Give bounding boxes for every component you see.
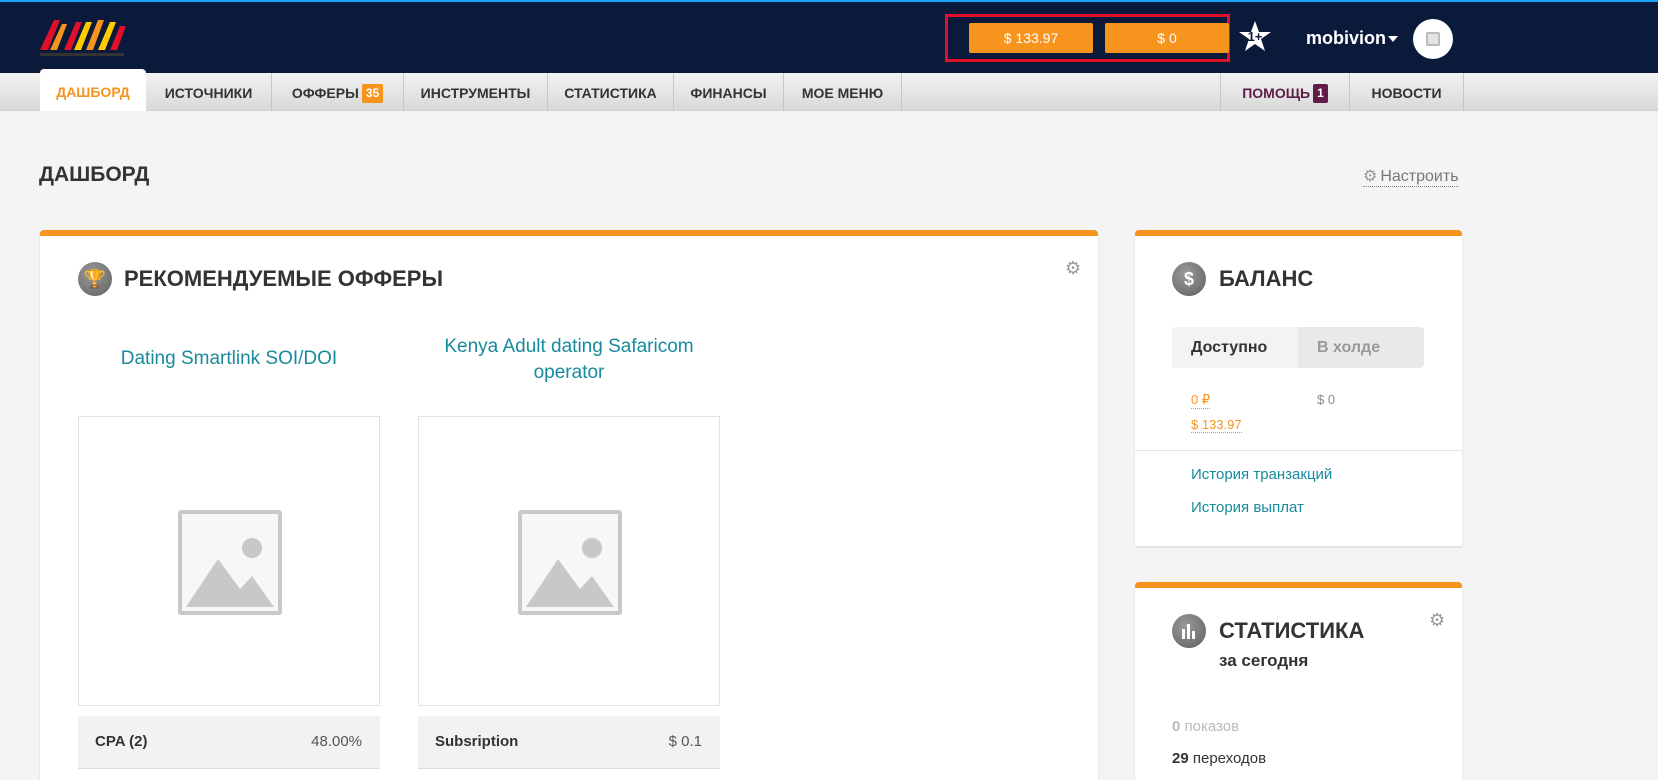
nav-my-menu[interactable]: МОЕ МЕНЮ <box>784 73 902 111</box>
adl-media-logo[interactable] <box>36 16 128 60</box>
recommended-offers-panel: 🏆 РЕКОМЕНДУЕМЫЕ ОФФЕРЫ ⚙ Dating Smartlin… <box>40 230 1098 780</box>
gear-icon: ⚙ <box>1363 168 1378 185</box>
payout-history-link[interactable]: История выплат <box>1191 499 1304 516</box>
offer-type: CPA (2) <box>95 733 148 750</box>
rank-badge-label: 1+ <box>1247 29 1263 44</box>
help-count-badge: 1 <box>1313 84 1328 103</box>
hold-usd: $ 0 <box>1317 392 1336 407</box>
avatar[interactable] <box>1413 19 1453 59</box>
page-title: ДАШБОРД <box>39 163 150 186</box>
gear-icon[interactable]: ⚙ <box>1429 610 1445 631</box>
chevron-down-icon[interactable] <box>1388 36 1398 42</box>
nav-finances[interactable]: ФИНАНСЫ <box>674 73 784 111</box>
stat-label: показов <box>1184 718 1240 735</box>
top-bar: $ 133.97 $ 0 1+ mobivion <box>0 0 1658 73</box>
stat-row: 29 переходов <box>1172 750 1266 767</box>
nav-tools[interactable]: ИНСТРУМЕНТЫ <box>404 73 548 111</box>
panel-title: РЕКОМЕНДУЕМЫЕ ОФФЕРЫ <box>124 266 443 291</box>
offer-meta: Subsription $ 0.1 <box>418 716 720 769</box>
nav-offers[interactable]: ОФФЕРЫ 35 <box>272 73 404 111</box>
main-nav: ДАШБОРД ИСТОЧНИКИ ОФФЕРЫ 35 ИНСТРУМЕНТЫ С… <box>0 69 1658 111</box>
available-rub: 0 ₽ <box>1191 392 1211 409</box>
nav-dashboard[interactable]: ДАШБОРД <box>40 69 146 111</box>
panel-title: БАЛАНС <box>1219 266 1314 291</box>
offers-count-badge: 35 <box>361 84 384 103</box>
transaction-history-link[interactable]: История транзакций <box>1191 466 1332 483</box>
statistics-panel: СТАТИСТИКА ⚙ за сегодня 0 показов 29 пер… <box>1135 582 1462 780</box>
offer-type: Subsription <box>435 733 519 750</box>
image-placeholder-icon <box>518 510 622 615</box>
stat-row: 0 показов <box>1172 718 1239 735</box>
stat-value: 29 <box>1172 750 1189 767</box>
offer-title[interactable]: Kenya Adult dating Safaricom operator <box>418 334 720 386</box>
balance-tabs: Доступно В холде <box>1172 327 1424 368</box>
tab-on-hold[interactable]: В холде <box>1298 327 1424 368</box>
nav-help[interactable]: ПОМОЩЬ 1 <box>1220 73 1350 111</box>
divider <box>1135 450 1462 451</box>
stat-label: переходов <box>1192 750 1267 767</box>
balance-hold-button[interactable]: $ 0 <box>1105 23 1229 53</box>
image-placeholder-icon <box>1426 32 1440 46</box>
offer-title[interactable]: Dating Smartlink SOI/DOI <box>78 346 380 372</box>
offer-payout: 48.00% <box>311 733 362 750</box>
image-placeholder-icon <box>178 510 282 615</box>
available-usd: $ 133.97 <box>1191 417 1242 433</box>
stat-value: 0 <box>1172 718 1181 735</box>
offer-payout: $ 0.1 <box>668 733 702 750</box>
nav-news[interactable]: НОВОСТИ <box>1350 73 1464 111</box>
balance-highlight: $ 133.97 $ 0 <box>945 14 1230 62</box>
user-menu[interactable]: mobivion <box>1306 28 1386 49</box>
offer-meta: CPA (2) 48.00% <box>78 716 380 769</box>
offer-image[interactable] <box>78 416 380 706</box>
balance-panel: $ БАЛАНС Доступно В холде 0 ₽ $ 133.97 $… <box>1135 230 1462 546</box>
nav-sources[interactable]: ИСТОЧНИКИ <box>146 73 272 111</box>
tab-available[interactable]: Доступно <box>1172 327 1298 368</box>
nav-statistics[interactable]: СТАТИСТИКА <box>548 73 674 111</box>
trophy-icon: 🏆 <box>78 262 112 296</box>
configure-link[interactable]: ⚙ Настроить <box>1363 166 1459 187</box>
chart-icon <box>1172 614 1206 648</box>
gear-icon[interactable]: ⚙ <box>1065 258 1081 279</box>
panel-subtitle: за сегодня <box>1219 651 1309 670</box>
panel-title: СТАТИСТИКА <box>1219 618 1365 643</box>
offer-image[interactable] <box>418 416 720 706</box>
balance-main-button[interactable]: $ 133.97 <box>969 23 1093 53</box>
dollar-icon: $ <box>1172 262 1206 296</box>
